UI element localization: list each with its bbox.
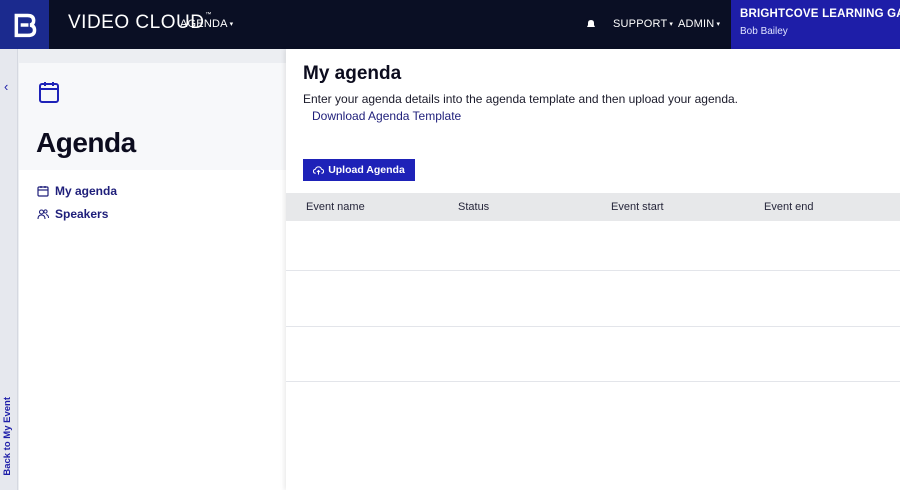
user-name: Bob Bailey <box>740 26 788 37</box>
nav-agenda-label: AGENDA <box>180 18 228 30</box>
agenda-side-panel: Agenda My agenda Speakers <box>19 63 286 490</box>
main-content: My agenda Enter your agenda details into… <box>286 49 900 490</box>
column-header-event-end[interactable]: Event end <box>764 201 814 213</box>
back-to-event-link[interactable]: Back to My Event <box>2 397 13 476</box>
table-row <box>286 221 900 271</box>
panel-header: Agenda <box>19 63 286 170</box>
people-icon <box>37 209 49 220</box>
side-nav-speakers[interactable]: Speakers <box>37 207 108 221</box>
page-title: My agenda <box>303 63 402 84</box>
upload-agenda-button[interactable]: Upload Agenda <box>303 159 415 181</box>
nav-support-menu[interactable]: SUPPORT ▾ <box>613 18 673 30</box>
side-nav-label: My agenda <box>55 184 118 198</box>
upload-agenda-label: Upload Agenda <box>328 164 405 176</box>
logo-icon <box>14 13 36 37</box>
calendar-icon <box>37 186 49 197</box>
download-template-link[interactable]: Download Agenda Template <box>312 109 461 123</box>
cloud-upload-icon <box>313 165 325 175</box>
panel-title: Agenda <box>36 127 136 158</box>
account-switcher[interactable]: BRIGHTCOVE LEARNING GALL Bob Bailey <box>731 0 900 49</box>
table-header: Event name Status Event start Event end <box>286 193 900 221</box>
table-row <box>286 327 900 382</box>
side-nav-my-agenda[interactable]: My agenda <box>37 184 117 198</box>
collapse-rail: ‹ Back to My Event <box>0 49 18 490</box>
nav-agenda-menu[interactable]: AGENDA ▾ <box>180 18 233 30</box>
chevron-left-icon[interactable]: ‹ <box>4 79 8 94</box>
nav-admin-label: ADMIN <box>678 18 715 30</box>
brightcove-logo[interactable] <box>0 0 49 49</box>
chevron-down-icon: ▾ <box>229 21 234 28</box>
chevron-down-icon: ▾ <box>669 21 674 28</box>
nav-admin-menu[interactable]: ADMIN ▾ <box>678 18 720 30</box>
column-header-event-start[interactable]: Event start <box>611 201 664 213</box>
column-header-status[interactable]: Status <box>458 201 489 213</box>
notification-bell-icon[interactable] <box>585 18 597 30</box>
table-row <box>286 271 900 327</box>
column-header-event-name[interactable]: Event name <box>306 201 365 213</box>
chevron-down-icon: ▾ <box>716 21 721 28</box>
account-name: BRIGHTCOVE LEARNING GALL <box>740 8 900 20</box>
side-nav-label: Speakers <box>55 207 109 221</box>
calendar-icon <box>39 82 59 103</box>
top-bar: VIDEO CLOUD™ AGENDA ▾ SUPPORT ▾ ADMIN ▾ BRI… <box>0 0 900 49</box>
page-description: Enter your agenda details into the agend… <box>303 92 738 106</box>
nav-support-label: SUPPORT <box>613 18 668 30</box>
